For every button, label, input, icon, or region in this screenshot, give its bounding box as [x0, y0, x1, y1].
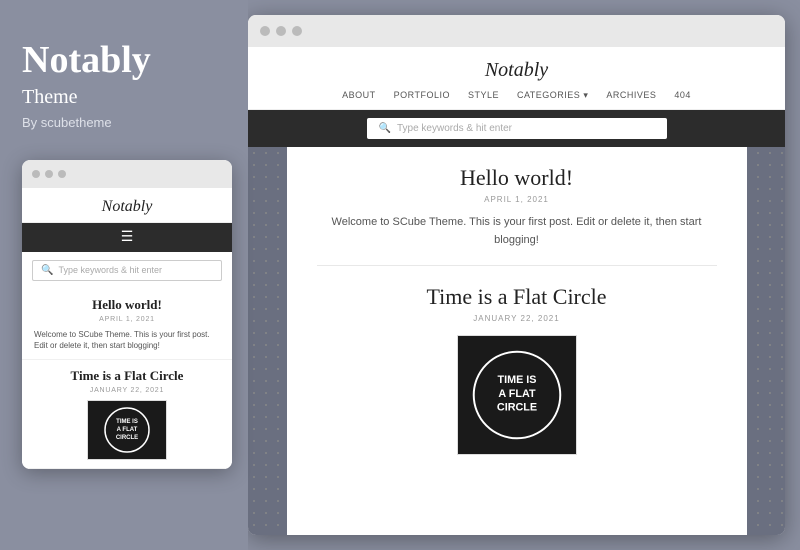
desktop-post-1-title: Hello world! [317, 165, 717, 191]
hamburger-icon[interactable]: ☰ [121, 229, 134, 246]
desktop-content-outer: Hello world! APRIL 1, 2021 Welcome to SC… [248, 147, 785, 535]
mobile-post-1: Hello world! APRIL 1, 2021 Welcome to SC… [22, 289, 232, 360]
desktop-post-2-title: Time is a Flat Circle [317, 284, 717, 310]
desktop-search-input[interactable]: 🔍 Type keywords & hit enter [367, 118, 667, 139]
svg-text:TIME IS: TIME IS [116, 419, 138, 425]
desktop-body: Notably ABOUT PORTFOLIO STYLE CATEGORIES… [248, 47, 785, 535]
mobile-dot-1 [32, 170, 40, 178]
desktop-posts: Hello world! APRIL 1, 2021 Welcome to SC… [297, 147, 737, 469]
desktop-dot-1 [260, 26, 270, 36]
svg-text:A FLAT: A FLAT [117, 427, 138, 433]
desktop-posts-wrapper: Hello world! APRIL 1, 2021 Welcome to SC… [287, 147, 747, 535]
desktop-search-icon: 🔍 [379, 123, 391, 134]
mobile-post-1-date: APRIL 1, 2021 [34, 316, 220, 323]
nav-item-style[interactable]: STYLE [468, 90, 499, 101]
nav-item-categories[interactable]: CATEGORIES [517, 90, 588, 101]
mobile-mockup: Notably ☰ 🔍 Type keywords & hit enter He… [22, 160, 232, 469]
mobile-content: Notably ☰ 🔍 Type keywords & hit enter He… [22, 188, 232, 469]
mobile-post-2: Time is a Flat Circle JANUARY 22, 2021 T… [22, 360, 232, 469]
svg-text:A FLAT: A FLAT [498, 388, 536, 400]
desktop-nav: ABOUT PORTFOLIO STYLE CATEGORIES ARCHIVE… [248, 90, 785, 109]
mobile-flat-circle-art: TIME IS A FLAT CIRCLE [88, 401, 166, 459]
mobile-post-2-date: JANUARY 22, 2021 [34, 387, 220, 394]
desktop-search-bar: 🔍 Type keywords & hit enter [248, 110, 785, 147]
desktop-post-1-date: APRIL 1, 2021 [317, 195, 717, 204]
left-panel: Notably Theme By scubetheme Notably ☰ 🔍 … [0, 0, 248, 550]
mobile-dot-2 [45, 170, 53, 178]
svg-text:TIME IS: TIME IS [497, 374, 536, 386]
mobile-post-2-title: Time is a Flat Circle [34, 368, 220, 384]
mobile-search[interactable]: 🔍 Type keywords & hit enter [32, 260, 222, 281]
desktop-post-2: Time is a Flat Circle JANUARY 22, 2021 T… [317, 266, 717, 469]
svg-text:CIRCLE: CIRCLE [496, 402, 536, 414]
mobile-browser-bar [22, 160, 232, 188]
desktop-site-header: Notably ABOUT PORTFOLIO STYLE CATEGORIES… [248, 47, 785, 110]
desktop-site-title: Notably [248, 59, 785, 82]
flat-circle-art: TIME IS A FLAT CIRCLE [458, 335, 576, 455]
nav-item-archives[interactable]: ARCHIVES [606, 90, 656, 101]
desktop-post-1: Hello world! APRIL 1, 2021 Welcome to SC… [317, 147, 717, 266]
desktop-dot-3 [292, 26, 302, 36]
mobile-post-1-excerpt: Welcome to SCube Theme. This is your fir… [34, 329, 220, 351]
desktop-post-2-date: JANUARY 22, 2021 [317, 314, 717, 323]
mobile-search-placeholder: Type keywords & hit enter [58, 265, 162, 275]
desktop-browser-bar [248, 15, 785, 47]
desktop-mockup: Notably ABOUT PORTFOLIO STYLE CATEGORIES… [248, 15, 785, 535]
mobile-nav-bar: ☰ [22, 223, 232, 252]
mobile-site-title: Notably [102, 198, 153, 215]
theme-author: By scubetheme [22, 115, 228, 130]
nav-item-about[interactable]: ABOUT [342, 90, 376, 101]
mobile-dot-3 [58, 170, 66, 178]
mobile-thumbnail: TIME IS A FLAT CIRCLE [87, 400, 167, 460]
desktop-post-1-excerpt: Welcome to SCube Theme. This is your fir… [317, 214, 717, 249]
nav-item-404[interactable]: 404 [674, 90, 691, 101]
desktop-thumbnail: TIME IS A FLAT CIRCLE [457, 335, 577, 455]
mobile-header: Notably [22, 188, 232, 223]
theme-title: Notably [22, 40, 228, 82]
desktop-search-placeholder: Type keywords & hit enter [397, 123, 512, 134]
svg-text:CIRCLE: CIRCLE [116, 435, 138, 441]
theme-subtitle: Theme [22, 86, 228, 109]
nav-item-portfolio[interactable]: PORTFOLIO [394, 90, 450, 101]
mobile-search-icon: 🔍 [41, 265, 53, 276]
mobile-post-1-title: Hello world! [34, 297, 220, 313]
desktop-dot-2 [276, 26, 286, 36]
